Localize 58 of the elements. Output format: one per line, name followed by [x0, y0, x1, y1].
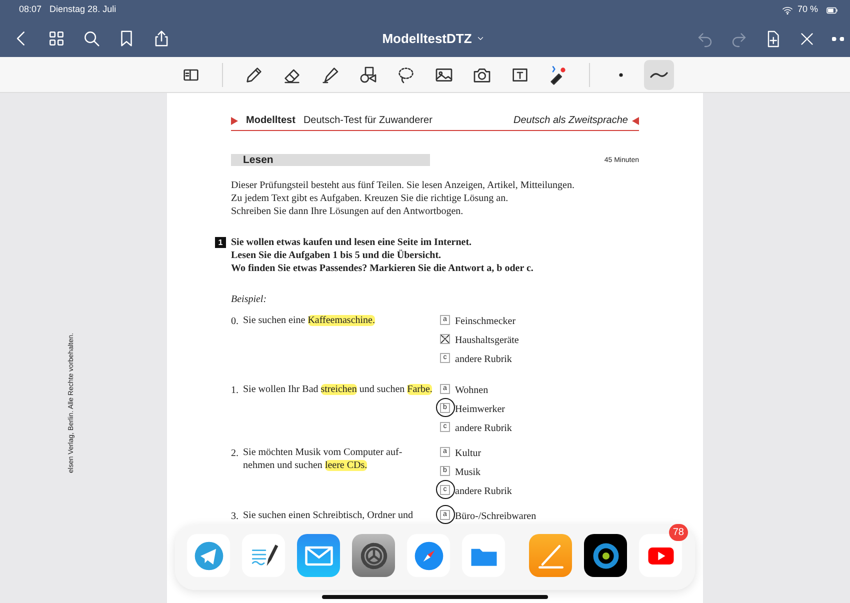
example-label: Beispiel: — [231, 293, 268, 307]
option-text: Kultur — [455, 447, 482, 461]
wifi-icon — [782, 4, 794, 16]
intro-text: Zu jedem Text gibt es Aufgaben. Kreuzen Sie die richtige Lösung an. — [231, 192, 510, 205]
lasso-icon — [396, 64, 416, 84]
header-right: Deutsch als Zweitsprache — [514, 114, 628, 128]
shapes-icon — [358, 64, 378, 84]
option-text: Wohnen — [455, 384, 488, 398]
question-number: 0. — [231, 315, 240, 329]
app-icon[interactable] — [584, 534, 627, 578]
task-instruction: Lesen Sie die Aufgaben 1 bis 5 und die Übersicht. — [231, 249, 442, 262]
intro-text: Schreiben Sie dann Ihre Lösungen auf den Antwortbogen. — [231, 205, 464, 218]
section-title: Lesen — [231, 154, 430, 166]
option-text: Heimwerker — [455, 403, 505, 417]
highlighter-icon — [320, 64, 340, 84]
battery-percent: 70 % — [797, 3, 818, 16]
pen-icon — [244, 64, 264, 84]
task-number: 1 — [215, 237, 226, 248]
option-text: Haushaltsgeräte — [455, 334, 519, 348]
highlighted-text: Kaffeemaschine. — [308, 315, 375, 326]
stroke-width-icon — [650, 70, 668, 78]
question-text: Sie suchen eine — [243, 315, 306, 326]
more-icon[interactable] — [832, 36, 844, 40]
question-number: 2. — [231, 447, 240, 461]
grid-icon[interactable] — [47, 29, 66, 48]
option-text: andere Rubrik — [455, 485, 512, 499]
task-instruction: Sie wollen etwas kaufen und lesen eine Seite im Internet. — [231, 236, 473, 249]
question-text: und suchen — [358, 384, 406, 395]
option-text: Feinschmecker — [455, 315, 516, 329]
highlighted-text: leere CDs. — [324, 460, 368, 471]
option-text: Musik — [455, 466, 481, 480]
question-number: 1. — [231, 384, 240, 398]
header-subtitle: Deutsch-Test für Zuwanderer — [303, 114, 434, 128]
question-text: Sie möchten Musik vom Computer auf- — [243, 447, 402, 458]
chevron-down-icon — [476, 34, 485, 43]
search-icon[interactable] — [82, 29, 101, 48]
highlighted-text: Farbe. — [407, 384, 432, 395]
triangle-icon — [632, 116, 639, 124]
laser-pointer-icon — [548, 64, 568, 84]
document-title[interactable]: ModelltestDTZ — [382, 28, 485, 48]
task-instruction: Wo finden Sie etwas Passendes? Markieren Sie die Antwort a, b oder c. — [231, 262, 534, 275]
highlighted-text: streichen — [320, 384, 357, 395]
header-label: Modelltest — [246, 114, 296, 128]
dot-icon — [619, 72, 623, 76]
question-text: Sie suchen einen Schreibtisch, Ordner und — [243, 510, 413, 521]
option-text: Büro-/Schreibwaren — [455, 510, 536, 524]
option-text: andere Rubrik — [455, 422, 512, 436]
option-text: andere Rubrik — [455, 353, 512, 367]
app-icon[interactable] — [352, 534, 395, 578]
intro-text: Dieser Prüfungsteil besteht aus fünf Teilen. Sie lesen Anzeigen, Artikel, Mitteilungen. — [231, 179, 576, 192]
status-date: Dienstag 28. Juli — [50, 3, 116, 16]
status-time: 08:07 — [19, 3, 42, 16]
question-number: 3. — [231, 510, 240, 524]
question-text: Sie wollen Ihr Bad — [243, 384, 320, 395]
app-icon[interactable] — [242, 534, 285, 578]
question-text: nehmen und suchen — [243, 460, 324, 471]
stroke-width-tool[interactable] — [644, 60, 674, 90]
triangle-icon — [231, 116, 238, 124]
